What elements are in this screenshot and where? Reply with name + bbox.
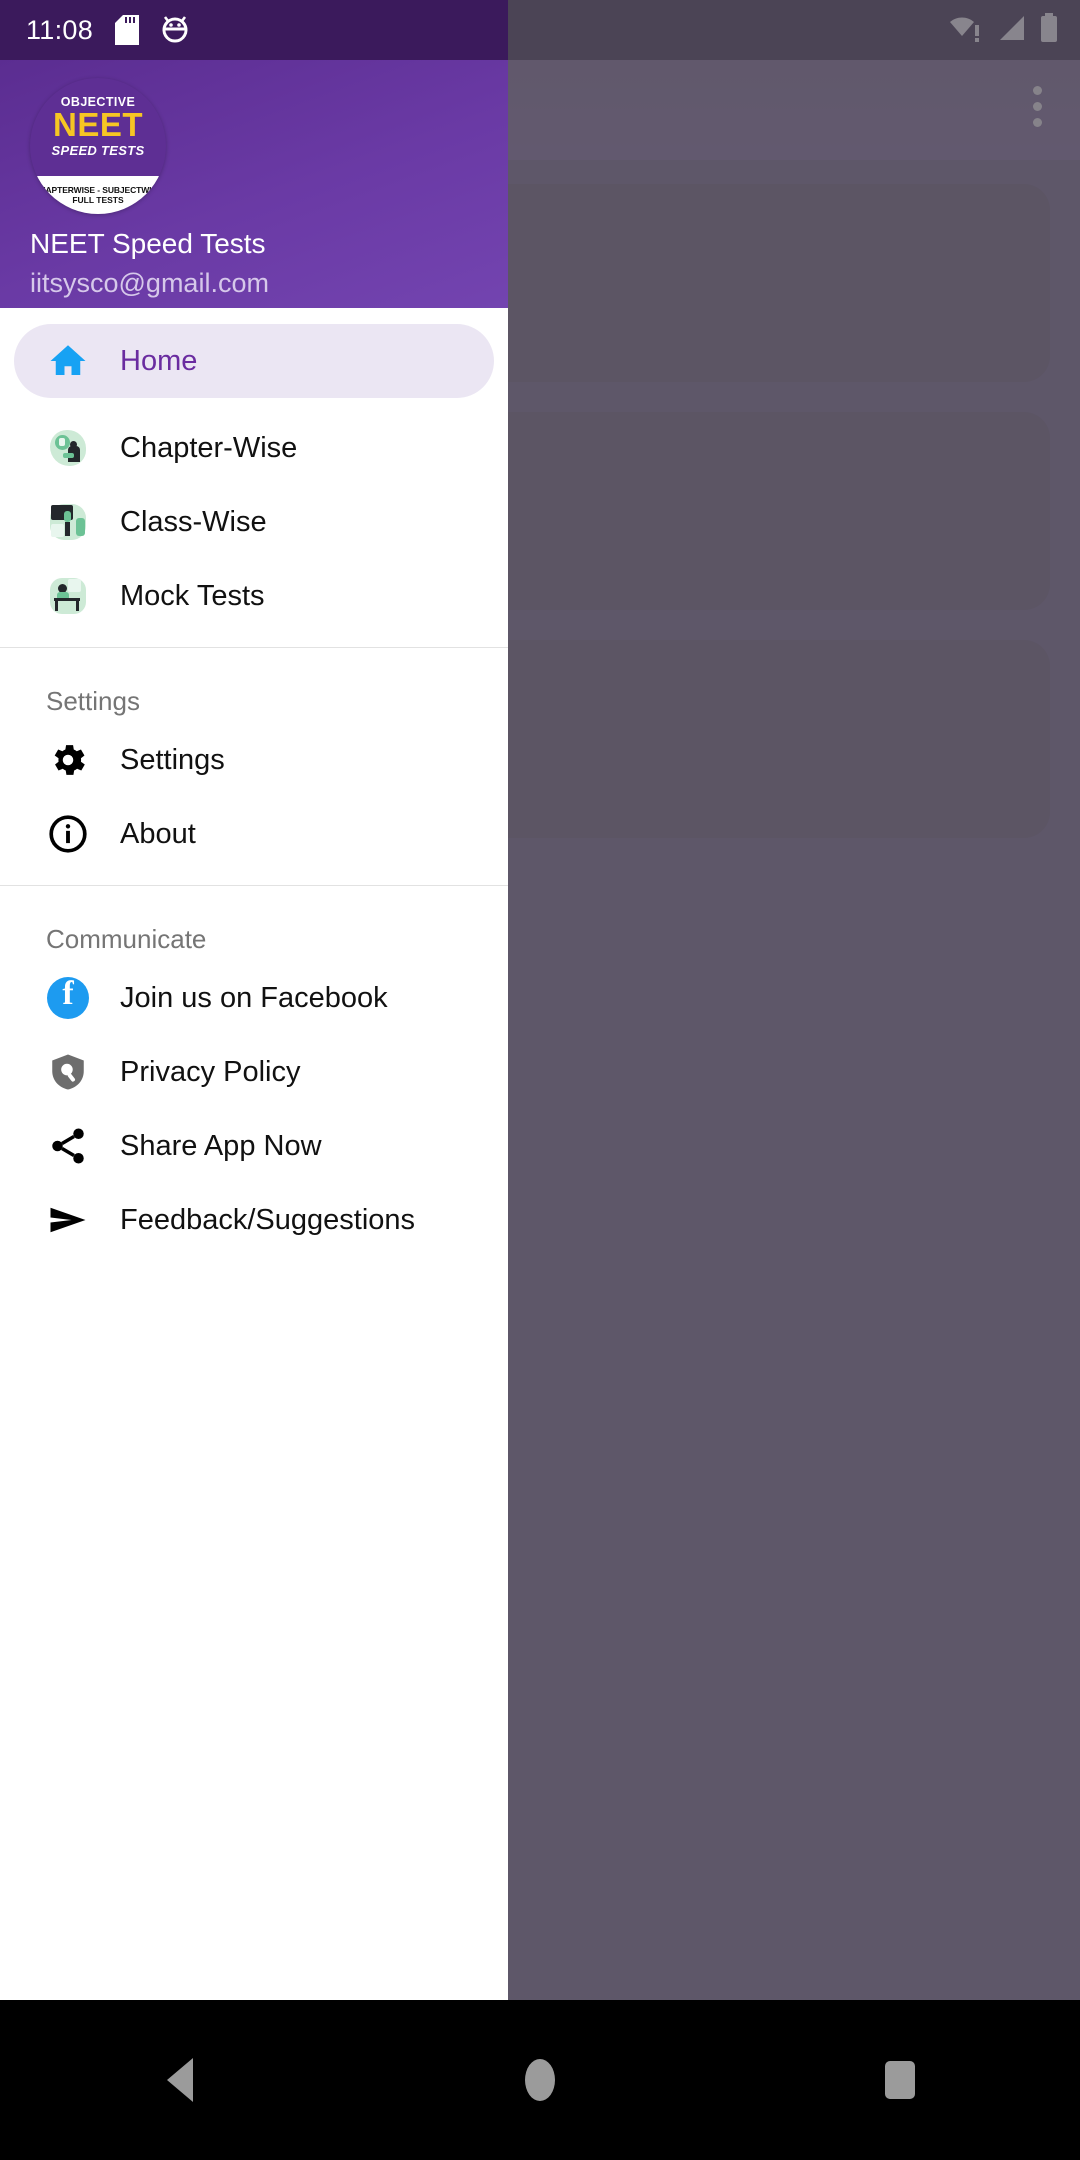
navigation-drawer: 11:08 OBJECTIVE NEET SPEED TESTS CHAPTER [0,0,508,2000]
home-circle-icon[interactable] [450,2000,630,2160]
sidebar-item-chapter-wise[interactable]: Chapter-Wise [14,411,494,485]
sidebar-item-label: Share App Now [120,1129,322,1162]
sidebar-item-about[interactable]: About [14,797,494,871]
phone-screen: 11:08 OBJECTIVE NEET SPEED TESTS CHAPTER [0,0,1080,2160]
android-debug-icon [161,15,189,45]
account-email: iitsysco@gmail.com [30,268,269,298]
logo-line-neet: NEET [52,106,143,143]
sidebar-item-label: Chapter-Wise [120,431,298,464]
logo-footer: CHAPTERWISE - SUBJECTWISE FULL TESTS [30,176,166,214]
sidebar-item-label: Home [120,344,198,377]
status-bar: 11:08 [0,0,508,60]
shield-search-icon [46,1050,90,1094]
chapter-wise-illustration-icon [46,426,90,470]
back-triangle-icon[interactable] [90,2000,270,2160]
drawer-menu: Home Chapter-Wise Class-Wise Mock Tests … [0,308,508,2000]
logo-footer-line1: CHAPTERWISE - SUBJECTWISE [33,185,163,195]
account-name: NEET Speed Tests [30,228,266,259]
sidebar-item-class-wise[interactable]: Class-Wise [14,485,494,559]
sidebar-item-label: About [120,817,196,850]
sidebar-item-label: Feedback/Suggestions [120,1203,416,1236]
app-logo: OBJECTIVE NEET SPEED TESTS CHAPTERWISE -… [30,78,166,214]
sidebar-item-label: Privacy Policy [120,1055,301,1088]
sidebar-item-home[interactable]: Home [14,324,494,398]
drawer-header: OBJECTIVE NEET SPEED TESTS CHAPTERWISE -… [0,60,508,308]
send-icon [46,1198,90,1242]
sidebar-item-share-app[interactable]: Share App Now [14,1109,494,1183]
sidebar-item-label: Join us on Facebook [120,981,388,1014]
logo-footer-line2: FULL TESTS [72,195,124,205]
logo-line-speed-tests: SPEED TESTS [51,142,145,158]
sidebar-item-label: Mock Tests [120,579,265,612]
share-icon [46,1124,90,1168]
class-wise-illustration-icon [46,500,90,544]
section-title-settings: Settings [46,686,140,716]
recents-square-icon[interactable] [810,2000,990,2160]
home-icon [46,339,90,383]
sidebar-item-feedback[interactable]: Feedback/Suggestions [14,1183,494,1257]
sidebar-item-label: Class-Wise [120,505,267,538]
sidebar-item-settings[interactable]: Settings [14,723,494,797]
sidebar-item-facebook[interactable]: Join us on Facebook [14,961,494,1035]
sd-card-icon [115,15,140,45]
system-navigation-bar [0,2000,1080,2160]
mock-tests-illustration-icon [46,574,90,618]
facebook-icon [46,975,90,1020]
sidebar-item-mock-tests[interactable]: Mock Tests [14,559,494,633]
section-title-communicate: Communicate [46,924,207,954]
status-bar-clock: 11:08 [26,14,94,45]
sidebar-item-privacy-policy[interactable]: Privacy Policy [14,1035,494,1109]
gear-icon [46,738,90,782]
info-circle-icon [46,812,90,856]
sidebar-item-label: Settings [120,743,225,776]
